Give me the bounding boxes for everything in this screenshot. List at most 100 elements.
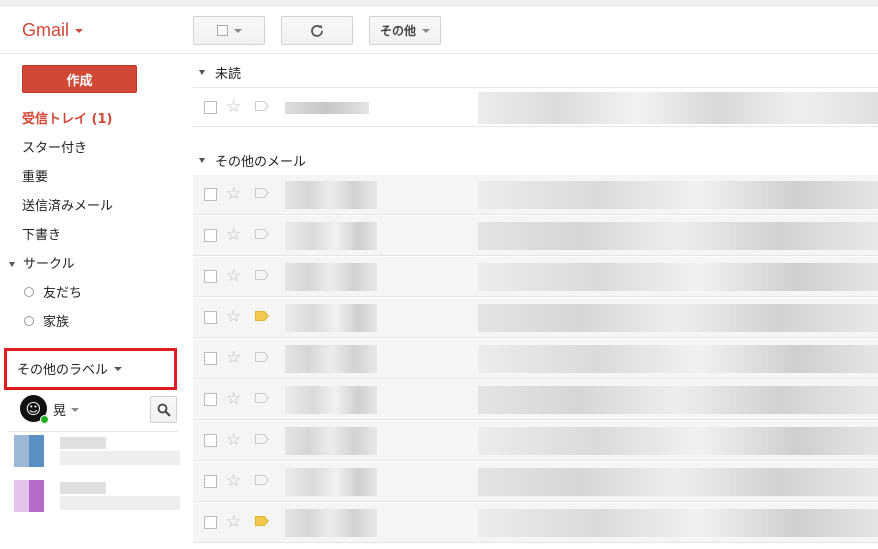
redacted-subject [478,181,878,209]
redacted-subject [478,92,878,124]
expand-triangle-icon [9,262,15,267]
divider [8,431,178,432]
contact-entry[interactable] [14,435,180,481]
star-icon[interactable]: ☆ [226,389,241,409]
friends-label: 友だち [43,286,83,301]
importance-marker-icon[interactable] [255,101,269,111]
importance-marker-icon[interactable] [255,188,269,198]
brand-name: Gmail [22,20,70,40]
section-header-unread[interactable]: 未読 [193,58,878,86]
importance-marker-icon[interactable] [255,475,269,485]
chat-search-button[interactable] [150,396,177,423]
redacted-text [60,437,106,449]
table-row[interactable]: ☆ [193,257,878,297]
sidebar-item-circles[interactable]: サークル [9,253,75,272]
table-row[interactable]: ☆ [193,339,878,379]
table-row[interactable]: ☆ [193,298,878,338]
redacted-subject [478,222,878,250]
sidebar-item-family[interactable]: 家族 [24,311,69,330]
importance-marker-icon[interactable] [255,434,269,444]
star-icon[interactable]: ☆ [226,512,241,532]
star-icon[interactable]: ☆ [226,430,241,450]
sidebar-item-important[interactable]: 重要 [22,166,48,185]
circle-icon [24,286,34,297]
chevron-down-icon [422,28,430,33]
chevron-down-icon [233,28,242,33]
redacted-sender [285,427,377,455]
table-row[interactable]: ☆ [193,216,878,256]
star-icon[interactable]: ☆ [226,348,241,368]
row-checkbox[interactable] [204,311,217,324]
more-labels-text: その他のラベル [17,363,109,378]
sidebar-item-starred[interactable]: スター付き [22,137,87,156]
importance-marker-icon[interactable] [255,229,269,239]
more-labels-toggle[interactable]: その他のラベル [17,359,123,378]
more-actions-label: その他 [379,24,416,38]
select-all-checkbox-icon [216,25,228,36]
chevron-down-icon [71,407,80,412]
table-row[interactable]: ☆ [193,462,878,502]
table-row[interactable]: ☆ [193,87,878,127]
row-checkbox[interactable] [204,393,217,406]
star-icon[interactable]: ☆ [226,97,241,117]
sidebar-item-friends[interactable]: 友だち [24,282,82,301]
sidebar: 作成 受信トレイ (1) スター付き 重要 送信済みメール 下書き サークル 友… [0,55,184,549]
redacted-sender [285,468,377,496]
family-label: 家族 [43,315,70,330]
star-icon[interactable]: ☆ [226,225,241,245]
importance-marker-icon[interactable] [255,311,269,321]
redacted-subject [478,304,878,332]
sidebar-item-drafts[interactable]: 下書き [22,224,61,243]
redacted-sender [285,181,377,209]
redacted-sender [285,509,377,537]
refresh-button[interactable] [281,16,353,45]
importance-marker-icon[interactable] [255,270,269,280]
chat-status-row: ☺ 晃 [20,395,178,425]
search-icon [157,403,171,417]
row-checkbox[interactable] [204,229,217,242]
redacted-subject [478,509,878,537]
table-row[interactable]: ☆ [193,503,878,543]
online-status-icon [40,415,49,424]
row-checkbox[interactable] [204,516,217,529]
contact-entry[interactable] [14,480,180,526]
sidebar-item-sent[interactable]: 送信済みメール [22,195,113,214]
table-row[interactable]: ☆ [193,421,878,461]
redacted-text [60,451,180,465]
row-checkbox[interactable] [204,270,217,283]
gmail-brand-menu[interactable]: Gmail [22,20,84,41]
redacted-sender [285,304,377,332]
importance-marker-icon[interactable] [255,352,269,362]
redacted-text [60,496,180,510]
select-all-button[interactable] [193,16,265,45]
section-title-other: その他のメール [215,154,307,170]
row-checkbox[interactable] [204,101,217,114]
star-icon[interactable]: ☆ [226,307,241,327]
header: Gmail その他 [0,6,878,54]
star-icon[interactable]: ☆ [226,184,241,204]
contact-avatar-blurred [14,480,44,512]
redacted-sender [285,222,377,250]
redacted-subject [478,263,878,291]
compose-button[interactable]: 作成 [22,65,137,93]
importance-marker-icon[interactable] [255,393,269,403]
collapse-triangle-icon [199,69,205,75]
table-row[interactable]: ☆ [193,380,878,420]
importance-marker-icon[interactable] [255,516,269,526]
chat-user-menu[interactable]: 晃 [53,400,80,419]
star-icon[interactable]: ☆ [226,471,241,491]
message-list: 未読 ☆ その他のメール ☆ ☆ ☆ ☆ ☆ ☆ ☆ ☆ ☆ [193,55,878,549]
row-checkbox[interactable] [204,434,217,447]
row-checkbox[interactable] [204,352,217,365]
row-checkbox[interactable] [204,475,217,488]
star-icon[interactable]: ☆ [226,266,241,286]
table-row[interactable]: ☆ [193,175,878,215]
collapse-triangle-icon [199,157,205,163]
redacted-sender [285,386,377,414]
redacted-subject [478,468,878,496]
more-actions-button[interactable]: その他 [369,16,441,45]
sidebar-item-inbox[interactable]: 受信トレイ (1) [22,108,112,127]
section-header-other[interactable]: その他のメール [193,146,878,174]
redacted-subject [478,345,878,373]
row-checkbox[interactable] [204,188,217,201]
